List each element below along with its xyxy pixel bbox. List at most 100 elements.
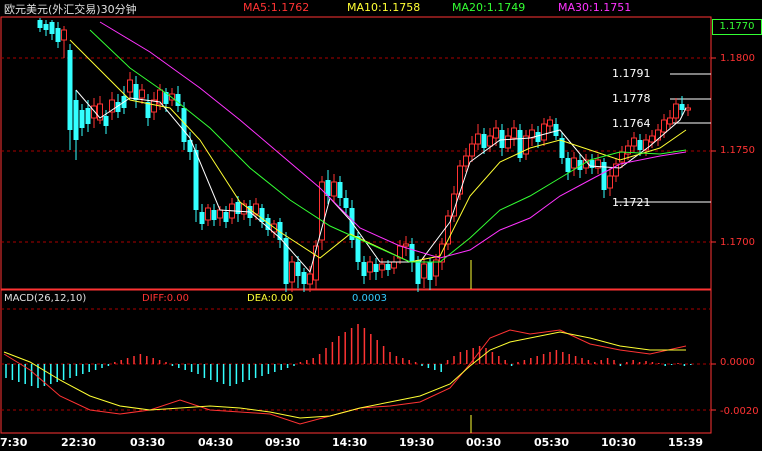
- chart-window[interactable]: 欧元美元(外汇交易)30分钟 MA5:1.1762 MA10:1.1758 MA…: [0, 0, 762, 451]
- candle-body: [499, 130, 505, 148]
- time-axis-label: 04:30: [198, 436, 234, 449]
- candle-body: [139, 89, 145, 99]
- price-axis-label: 1.1750: [720, 145, 755, 156]
- macd-title: MACD(26,12,10): [4, 293, 87, 304]
- candle-body: [67, 50, 73, 130]
- candle-body: [547, 119, 553, 127]
- ma30-label: MA30:1.1751: [558, 1, 632, 14]
- candle-body: [205, 207, 211, 221]
- macd-axis-label: 0.0000: [720, 357, 755, 368]
- time-axis-label: 7:30: [0, 436, 28, 449]
- candle-body: [373, 264, 379, 272]
- ma5-label: MA5:1.1762: [243, 1, 310, 14]
- candle-body: [511, 127, 517, 139]
- candle-body: [541, 123, 547, 141]
- ma5-line: [75, 89, 687, 274]
- candle-body: [37, 20, 43, 28]
- candle-body: [235, 202, 241, 214]
- ma20-line: [89, 29, 687, 263]
- candle-body: [637, 140, 643, 150]
- candle-body: [619, 151, 625, 163]
- candle-body: [331, 181, 337, 197]
- candle-body: [493, 127, 499, 139]
- candle-body: [571, 157, 577, 169]
- candle-body: [457, 165, 463, 195]
- candle-body: [49, 22, 55, 34]
- candle-body: [409, 244, 415, 262]
- candle-body: [73, 100, 79, 140]
- macd-diff-label: DIFF:0.00: [142, 293, 190, 304]
- current-price-badge: 1.1770: [712, 19, 762, 35]
- candle-body: [103, 116, 109, 126]
- candle-body: [295, 262, 301, 276]
- candle-body: [85, 108, 91, 124]
- candle-body: [133, 84, 139, 100]
- time-axis-label: 05:30: [534, 436, 570, 449]
- candle-body: [481, 134, 487, 148]
- candle-body: [673, 103, 679, 119]
- candle-body: [391, 261, 397, 269]
- candle-body: [487, 135, 493, 147]
- candle-body: [343, 198, 349, 208]
- chart-title: 欧元美元(外汇交易)30分钟: [4, 3, 137, 16]
- candle-body: [361, 262, 367, 276]
- candle-body: [679, 104, 685, 110]
- time-axis-label: 22:30: [61, 436, 97, 449]
- candle-body: [535, 132, 541, 142]
- time-axis-label: 00:30: [466, 436, 502, 449]
- candle-body: [601, 162, 607, 190]
- time-axis-label: 15:39: [668, 436, 704, 449]
- candle-body: [469, 143, 475, 157]
- candle-body: [55, 28, 61, 42]
- candle-body: [127, 79, 133, 93]
- price-callout: 1.1721: [612, 196, 651, 209]
- candle-body: [415, 260, 421, 284]
- candle-body: [301, 272, 307, 284]
- candle-body: [505, 135, 511, 149]
- candle-body: [289, 261, 295, 283]
- time-axis-label: 03:30: [130, 436, 166, 449]
- candle-body: [217, 209, 223, 219]
- candle-body: [553, 124, 559, 136]
- macd-axis-label: -0.0020: [720, 406, 759, 417]
- candle-body: [607, 175, 613, 189]
- time-axis-label: 19:30: [399, 436, 435, 449]
- candle-body: [61, 29, 67, 41]
- candle-body: [661, 119, 667, 133]
- candle-body: [631, 137, 637, 147]
- macd-value-label: 0.0003: [352, 293, 387, 304]
- candle-body: [43, 24, 49, 30]
- candle-body: [307, 273, 313, 285]
- candle-body: [193, 150, 199, 210]
- macd-dea-label: DEA:0.00: [247, 293, 294, 304]
- candle-body: [199, 212, 205, 224]
- candle-body: [367, 261, 373, 273]
- time-axis-label: 09:30: [265, 436, 301, 449]
- price-callout: 1.1764: [612, 117, 651, 130]
- price-callout: 1.1778: [612, 92, 651, 105]
- time-axis-label: 10:30: [601, 436, 637, 449]
- candle-body: [337, 182, 343, 198]
- ma10-label: MA10:1.1758: [347, 1, 421, 14]
- candle-body: [421, 263, 427, 279]
- candle-body: [427, 262, 433, 280]
- candle-body: [211, 210, 217, 220]
- candle-body: [385, 264, 391, 270]
- candle-body: [565, 158, 571, 172]
- macd-panel-frame: [0, 289, 712, 434]
- ma20-label: MA20:1.1749: [452, 1, 526, 14]
- candle-body: [79, 110, 85, 128]
- candle-body: [403, 243, 409, 247]
- candle-body: [223, 212, 229, 222]
- price-axis-label: 1.1700: [720, 237, 755, 248]
- candle-body: [379, 263, 385, 271]
- candle-body: [649, 135, 655, 143]
- candle-body: [667, 117, 673, 125]
- candle-body: [589, 160, 595, 168]
- candle-body: [463, 155, 469, 167]
- ma10-line: [69, 39, 687, 263]
- time-axis-label: 14:30: [332, 436, 368, 449]
- candle-body: [475, 133, 481, 145]
- price-callout: 1.1791: [612, 67, 651, 80]
- candle-body: [91, 105, 97, 119]
